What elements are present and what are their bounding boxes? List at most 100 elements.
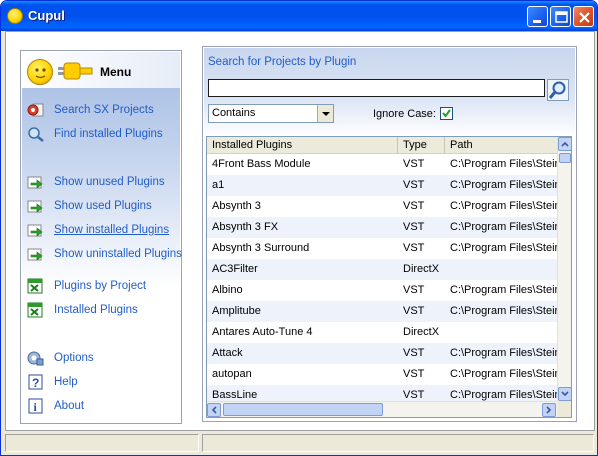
plugin-name-cell: Albino — [212, 284, 243, 296]
smiley-logo-icon — [27, 59, 53, 85]
table-row[interactable]: Amplitube VST C:\Program Files\Steinberg — [207, 301, 557, 322]
horizontal-scroll-thumb[interactable] — [223, 403, 383, 416]
search-button[interactable] — [547, 79, 569, 101]
plugin-name-cell: a1 — [212, 179, 225, 191]
menu-item-label: Search SX Projects — [54, 104, 154, 116]
chevron-down-icon — [561, 391, 569, 397]
menu-header: Menu — [22, 52, 180, 88]
scroll-left-button[interactable] — [207, 403, 221, 417]
table-row[interactable]: Absynth 3 FX VST C:\Program Files\Steinber… — [207, 217, 557, 238]
plugin-type-cell: VST — [403, 284, 425, 296]
green-arrow-icon — [27, 174, 45, 190]
maximize-icon — [555, 11, 568, 23]
plugin-name-cell: Attack — [212, 347, 243, 359]
table-row[interactable]: Absynth 3 VST C:\Program Files\Steinberg — [207, 196, 557, 217]
table-row[interactable]: Albino VST C:\Program Files\Steinberg — [207, 280, 557, 301]
menu-item-show-used-plugins[interactable]: Show used Plugins — [27, 197, 152, 215]
search-projects-icon — [27, 102, 45, 118]
plugin-search-input[interactable] — [208, 79, 545, 97]
match-mode-value: Contains — [212, 107, 256, 119]
match-mode-select[interactable]: Contains — [208, 104, 334, 123]
menu-item-find-installed-plugins[interactable]: Find installed Plugins — [27, 125, 163, 143]
menu-item-help[interactable]: ? Help — [27, 373, 78, 391]
menu-item-installed-plugins[interactable]: Installed Plugins — [27, 301, 138, 319]
plugin-path-cell: C:\Program Files\Steinberg — [450, 347, 557, 359]
search-title: Search for Projects by Plugin — [208, 56, 357, 68]
menu-item-label: Show used Plugins — [54, 200, 152, 212]
plugin-type-cell: VST — [403, 389, 425, 401]
vertical-scroll-thumb[interactable] — [559, 153, 571, 163]
menu-item-show-installed-plugins[interactable]: Show installed Plugins — [27, 221, 169, 239]
title-bar[interactable]: Cupul — [1, 1, 597, 31]
green-arrow-icon — [27, 246, 45, 262]
app-smiley-icon — [7, 8, 23, 24]
minimize-icon — [533, 20, 541, 23]
scroll-up-button[interactable] — [558, 137, 571, 151]
svg-text:?: ? — [32, 376, 39, 390]
table-row[interactable]: Absynth 3 Surround VST C:\Program Files\St… — [207, 238, 557, 259]
menu-item-show-uninstalled-plugins[interactable]: Show uninstalled Plugins — [27, 245, 182, 263]
maximize-button[interactable] — [550, 6, 571, 27]
table-row[interactable]: autopan VST C:\Program Files\Steinberg — [207, 364, 557, 385]
menu-item-label: About — [54, 400, 85, 412]
menu-item-label: Show unused Plugins — [54, 176, 165, 188]
plugin-type-cell: VST — [403, 305, 425, 317]
menu-item-search-sx-projects[interactable]: Search SX Projects — [27, 101, 154, 119]
status-panel-left — [5, 434, 199, 452]
chevron-up-icon — [561, 141, 569, 147]
plugin-name-cell: BassLine — [212, 389, 258, 401]
find-plugins-icon — [27, 126, 45, 142]
close-button[interactable] — [573, 6, 594, 27]
magnifier-icon — [547, 79, 569, 101]
plugin-type-cell: VST — [403, 200, 425, 212]
plugin-path-cell: C:\Program Files\Steinberg — [450, 242, 557, 254]
chevron-down-icon[interactable] — [317, 105, 333, 122]
menu-item-label: Help — [54, 376, 78, 388]
menu-title: Menu — [100, 65, 132, 79]
plugin-name-cell: Amplitube — [212, 305, 261, 317]
ignore-case-checkbox[interactable] — [440, 107, 453, 120]
column-header-type[interactable]: Type — [398, 137, 445, 153]
checkmark-icon — [442, 109, 451, 118]
plugins-list[interactable]: Installed Plugins Type Path 4Front Bass … — [206, 136, 572, 418]
plug-icon — [58, 62, 93, 80]
table-row[interactable]: Attack VST C:\Program Files\Steinberg — [207, 343, 557, 364]
menu-item-label: Installed Plugins — [54, 304, 138, 316]
table-row[interactable]: 4Front Bass Module VST C:\Program Files\St… — [207, 154, 557, 175]
plugin-path-cell: C:\Program Files\Steinberg — [450, 368, 557, 380]
column-header-installed-plugins[interactable]: Installed Plugins — [207, 137, 398, 153]
table-row[interactable]: AC3Filter DirectX — [207, 259, 557, 280]
vertical-scrollbar[interactable] — [557, 137, 571, 401]
list-rows: 4Front Bass Module VST C:\Program Files\St… — [207, 154, 557, 406]
menu-item-about[interactable]: i About — [27, 397, 84, 415]
plugin-path-cell: C:\Program Files\Steinberg — [450, 179, 557, 191]
menu-item-options[interactable]: Options — [27, 349, 94, 367]
plugin-path-cell: C:\Program Files\Steinberg — [450, 158, 557, 170]
help-icon: ? — [27, 374, 45, 390]
column-header-path[interactable]: Path — [445, 137, 557, 153]
plugin-type-cell: VST — [403, 347, 425, 359]
menu-item-label: Options — [54, 352, 94, 364]
plugin-name-cell: 4Front Bass Module — [212, 158, 311, 170]
plugin-type-cell: VST — [403, 158, 425, 170]
minimize-button[interactable] — [527, 6, 548, 27]
plugin-path-cell: C:\Program Files\Steinberg — [450, 305, 557, 317]
app-window: Cupul Menu Search SX Projects Find insta… — [0, 0, 598, 456]
table-row[interactable]: a1 VST C:\Program Files\Steinberg — [207, 175, 557, 196]
green-arrow-icon — [27, 198, 45, 214]
info-icon: i — [27, 398, 45, 414]
scroll-down-button[interactable] — [558, 387, 571, 401]
plugin-name-cell: autopan — [212, 368, 252, 380]
status-panel-right — [202, 434, 594, 452]
horizontal-scrollbar[interactable] — [207, 401, 557, 417]
plugin-type-cell: DirectX — [403, 263, 440, 275]
excel-icon — [27, 302, 45, 318]
menu-item-label: Show installed Plugins — [54, 224, 170, 236]
plugin-name-cell: Antares Auto-Tune 4 — [212, 326, 313, 338]
table-row[interactable]: Antares Auto-Tune 4 DirectX — [207, 322, 557, 343]
chevron-right-icon — [546, 406, 552, 414]
menu-item-show-unused-plugins[interactable]: Show unused Plugins — [27, 173, 165, 191]
menu-item-plugins-by-project[interactable]: Plugins by Project — [27, 277, 146, 295]
scroll-right-button[interactable] — [542, 403, 556, 417]
plugin-path-cell: C:\Program Files\Steinberg — [450, 389, 557, 401]
